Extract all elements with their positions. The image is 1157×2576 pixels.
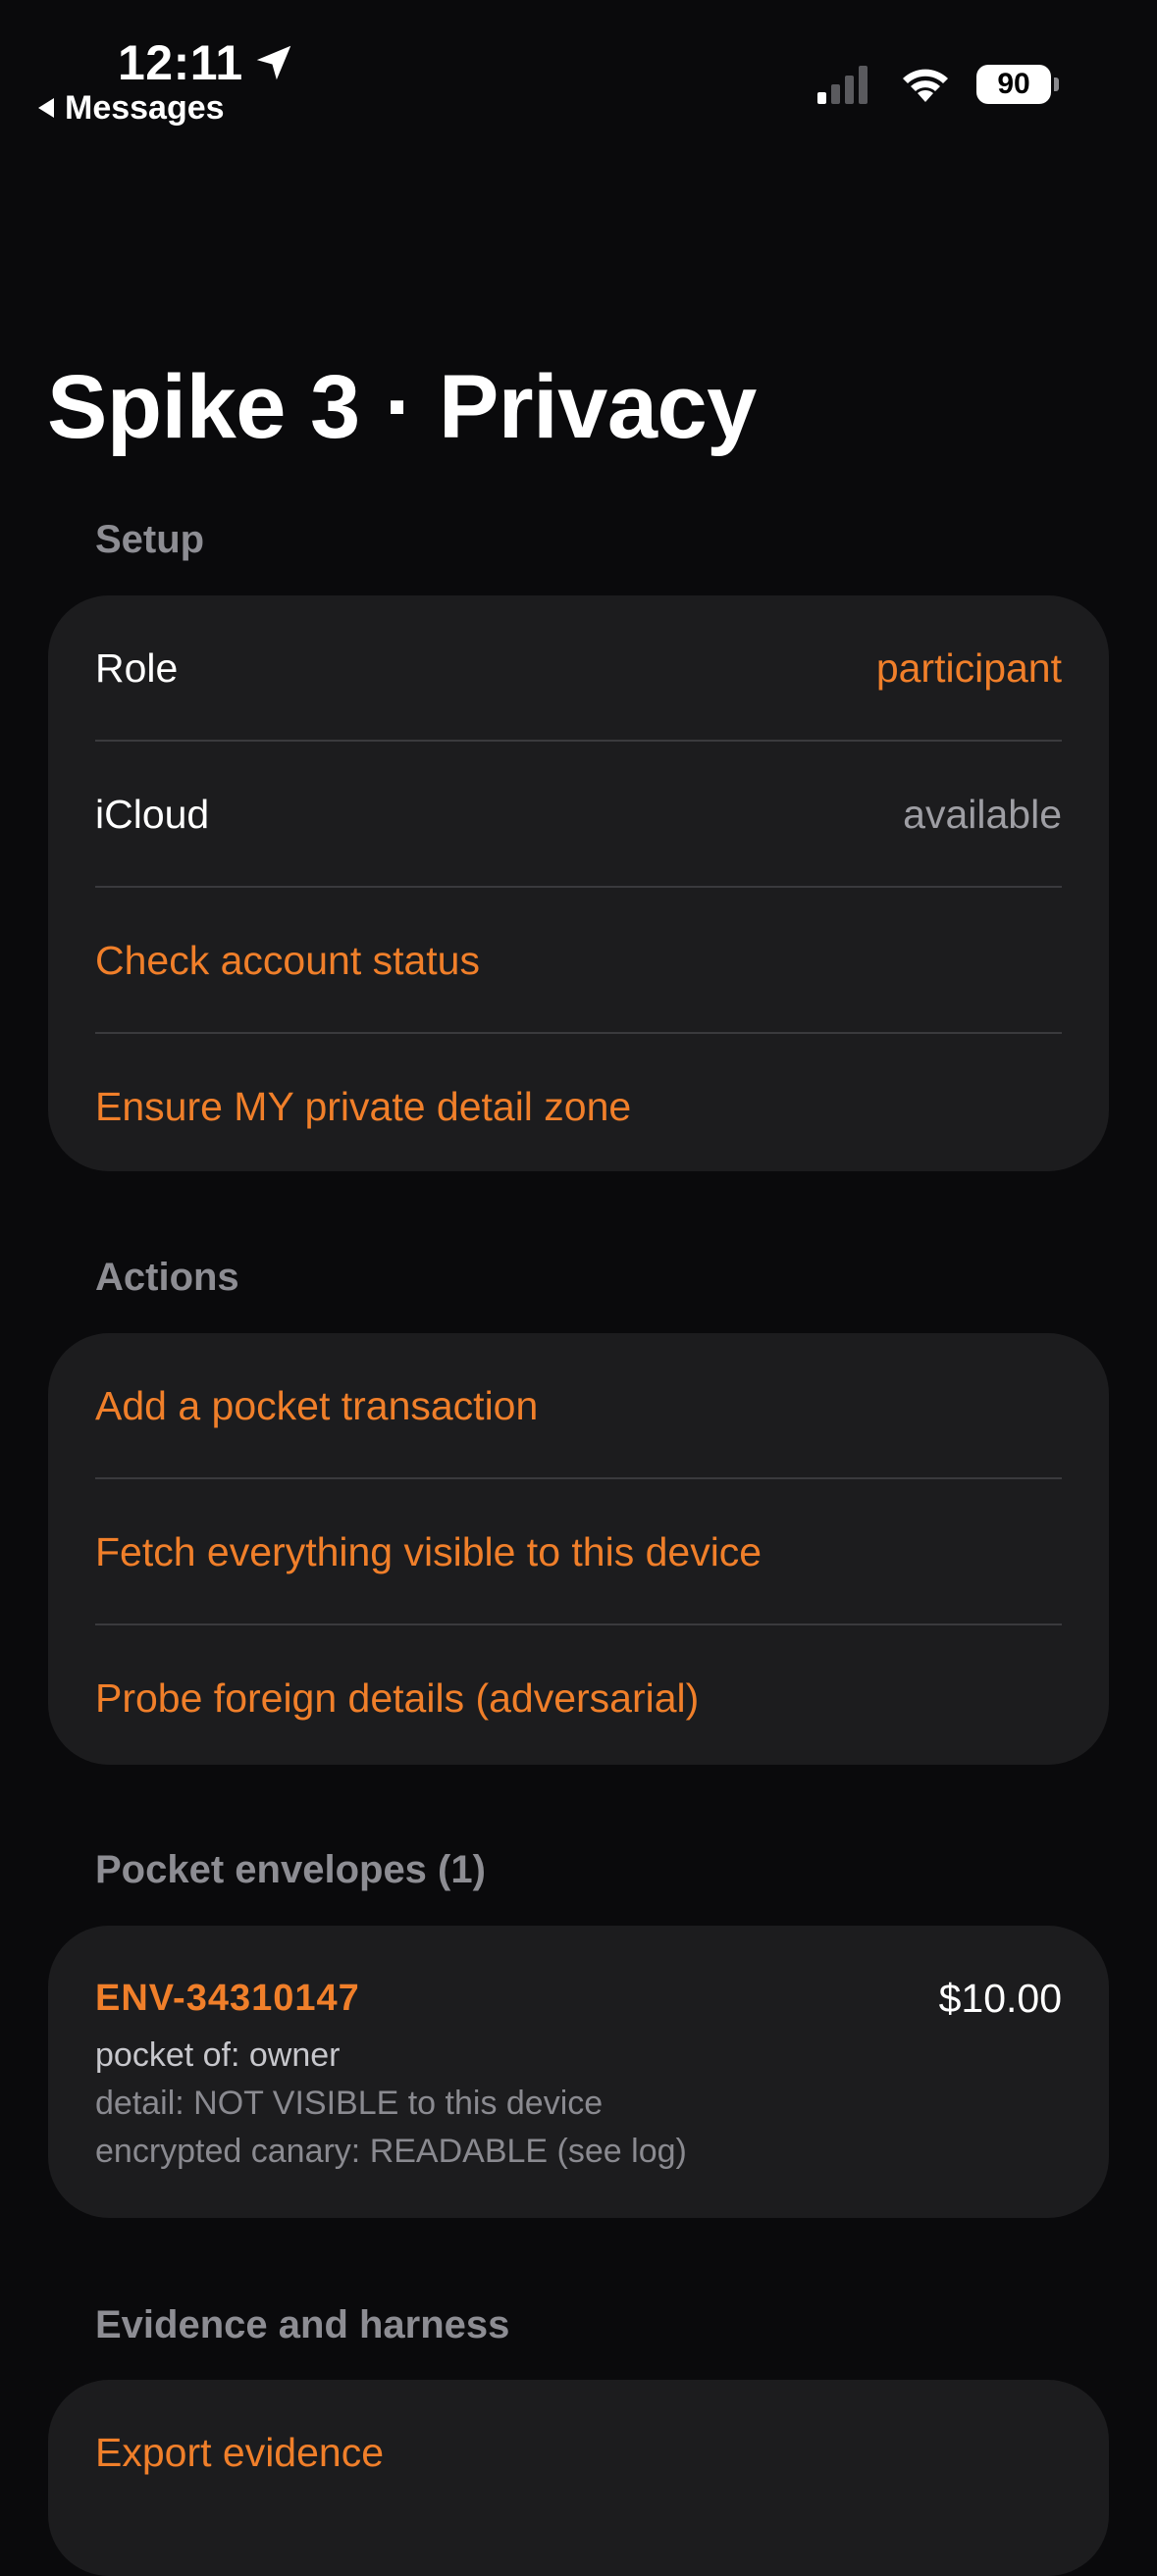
role-label: Role [95,644,179,691]
battery-indicator: 90 [976,65,1059,104]
envelope-card[interactable]: ENV-34310147 $10.00 pocket of: owner det… [48,1926,1109,2218]
envelope-owner: pocket of: owner [95,2036,341,2074]
section-header-evidence: Evidence and harness [95,2303,510,2346]
section-header-setup: Setup [95,518,205,561]
back-triangle-icon [38,98,54,118]
role-value: participant [875,644,1062,691]
check-account-status-button[interactable]: Check account status [95,886,1062,1032]
cellular-signal-icon [817,66,868,104]
add-pocket-transaction-label: Add a pocket transaction [95,1382,539,1428]
wifi-icon [903,69,948,102]
status-bar: 12:11 Messages 90 [0,0,1157,137]
back-to-messages-button[interactable]: Messages [35,86,225,129]
actions-card: Add a pocket transaction Fetch everythin… [48,1333,1109,1765]
battery-tip [1054,77,1059,91]
section-header-envelopes: Pocket envelopes (1) [95,1848,486,1891]
envelope-canary-status: encrypted canary: READABLE (see log) [95,2133,687,2170]
back-label: Messages [65,89,225,127]
ensure-private-zone-label: Ensure MY private detail zone [95,1083,632,1129]
envelope-header: ENV-34310147 $10.00 [95,1973,1062,2024]
section-header-actions: Actions [95,1256,239,1299]
envelope-item: ENV-34310147 $10.00 pocket of: owner det… [48,1926,1109,2176]
probe-foreign-details-label: Probe foreign details (adversarial) [95,1674,700,1721]
export-evidence-label: Export evidence [95,2429,385,2475]
envelope-id: ENV-34310147 [95,1977,360,2019]
role-row: Role participant [95,595,1062,740]
location-arrow-icon [256,45,290,80]
add-pocket-transaction-button[interactable]: Add a pocket transaction [95,1333,1062,1477]
evidence-card: Export evidence [48,2380,1109,2576]
envelope-amount: $10.00 [938,1975,1062,2021]
status-indicators: 90 [815,63,1059,106]
icloud-label: iCloud [95,791,210,837]
export-evidence-button[interactable]: Export evidence [95,2380,1062,2524]
ensure-private-zone-button[interactable]: Ensure MY private detail zone [95,1032,1062,1171]
probe-foreign-details-button[interactable]: Probe foreign details (adversarial) [95,1623,1062,1765]
envelope-detail-status: detail: NOT VISIBLE to this device [95,2085,604,2122]
fetch-visible-label: Fetch everything visible to this device [95,1528,763,1574]
fetch-visible-button[interactable]: Fetch everything visible to this device [95,1477,1062,1623]
icloud-row: iCloud available [95,740,1062,886]
icloud-value: available [903,791,1062,837]
page-title: Spike 3 · Privacy [47,357,757,457]
battery-level: 90 [976,65,1051,104]
setup-card: Role participant iCloud available Check … [48,595,1109,1171]
check-account-status-label: Check account status [95,937,480,983]
